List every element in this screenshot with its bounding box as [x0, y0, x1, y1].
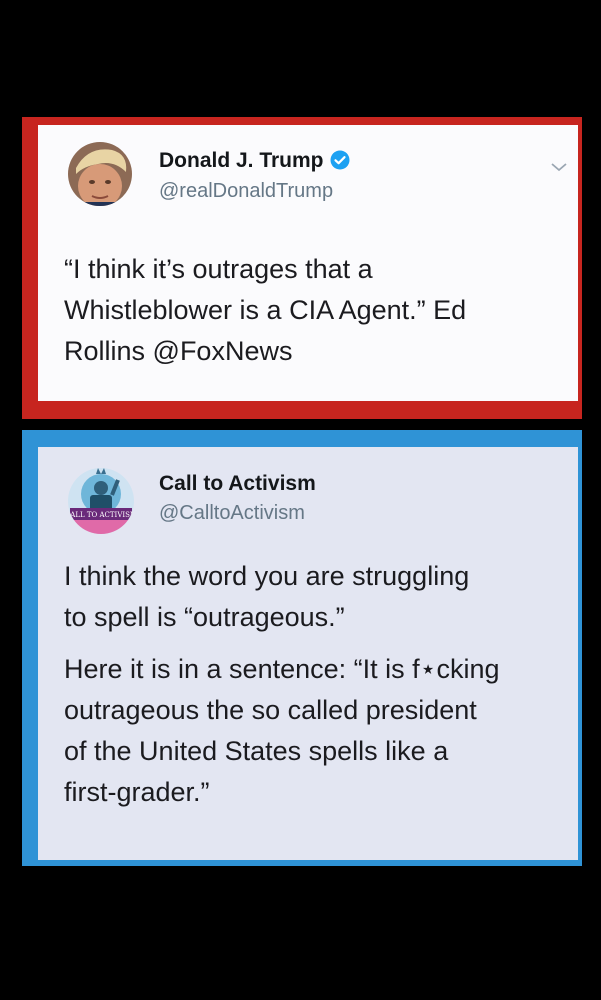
avatar-banner-text: CALL TO ACTIVISM: [68, 511, 134, 519]
tweet-line: “I think it’s outrages that a: [64, 254, 373, 284]
avatar-activism-image: CALL TO ACTIVISM: [68, 468, 134, 534]
tweet-line: Here it is in a sentence: “It is f⋆cking: [64, 654, 500, 684]
mention-link[interactable]: @FoxNews: [153, 336, 293, 366]
avatar-activism[interactable]: CALL TO ACTIVISM: [68, 468, 134, 534]
verified-badge-icon: [330, 150, 350, 170]
tweet-line: I think the word you are struggling: [64, 561, 470, 591]
handle-activism[interactable]: @CalltoActivism: [159, 502, 305, 525]
display-name-trump[interactable]: Donald J. Trump: [159, 149, 350, 173]
tweet-line: first-grader.”: [64, 777, 210, 807]
tweet-line: to spell is “outrageous.”: [64, 602, 345, 632]
tweet-body-trump: Donald J. Trump @realDonaldTrump “I thin…: [38, 125, 578, 401]
chevron-down-icon[interactable]: [550, 161, 568, 173]
handle-trump[interactable]: @realDonaldTrump: [159, 180, 333, 203]
tweet-card-activism: CALL TO ACTIVISM Call to Activism @Callt…: [22, 430, 582, 866]
avatar-trump[interactable]: [68, 142, 132, 206]
display-name-activism[interactable]: Call to Activism: [159, 472, 316, 496]
tweet-body-activism: CALL TO ACTIVISM Call to Activism @Callt…: [38, 447, 578, 860]
tweet-text-trump: “I think it’s outrages that a Whistleblo…: [64, 249, 466, 372]
tweet-card-trump: Donald J. Trump @realDonaldTrump “I thin…: [22, 117, 582, 419]
tweet-line: outrageous the so called president: [64, 695, 477, 725]
tweet-line: Rollins @FoxNews: [64, 331, 466, 372]
tweet-line: of the United States spells like a: [64, 736, 449, 766]
avatar-trump-image: [68, 142, 132, 206]
tweet-line-text: Rollins: [64, 336, 153, 366]
display-name-text[interactable]: Donald J. Trump: [159, 149, 324, 172]
tweet-line: Whistleblower is a CIA Agent.” Ed: [64, 295, 467, 325]
tweet-text-activism: I think the word you are struggling to s…: [64, 556, 500, 813]
